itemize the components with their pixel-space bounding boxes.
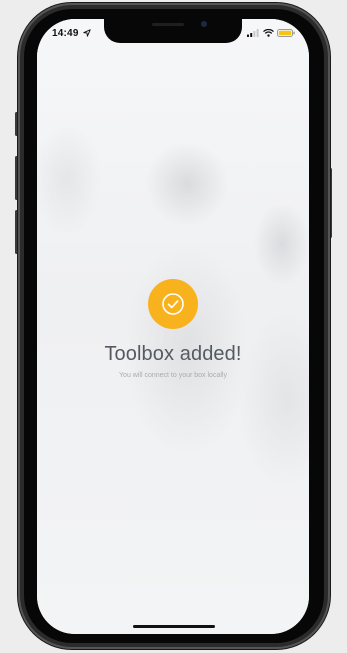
notch bbox=[104, 19, 242, 43]
cellular-signal-icon bbox=[247, 29, 259, 37]
confirmation-subtitle: You will connect to your box locally bbox=[119, 372, 227, 379]
checkmark-icon bbox=[162, 293, 184, 315]
home-indicator[interactable] bbox=[133, 625, 215, 628]
status-time-text: 14:49 bbox=[52, 28, 79, 39]
battery-icon bbox=[277, 29, 295, 37]
success-badge bbox=[148, 279, 198, 329]
status-bar-icons bbox=[247, 29, 295, 37]
confirmation-panel: Toolbox added! You will connect to your … bbox=[37, 279, 309, 379]
front-camera bbox=[201, 21, 207, 27]
speaker-grille bbox=[152, 23, 184, 26]
wifi-icon bbox=[263, 29, 274, 37]
confirmation-title: Toolbox added! bbox=[104, 343, 242, 365]
device-mockup: 14:49 Toolbox added! You will connect to… bbox=[0, 0, 347, 653]
phone-screen: 14:49 Toolbox added! You will connect to… bbox=[37, 19, 309, 634]
status-bar-time: 14:49 bbox=[52, 28, 91, 39]
location-arrow-icon bbox=[82, 29, 91, 37]
